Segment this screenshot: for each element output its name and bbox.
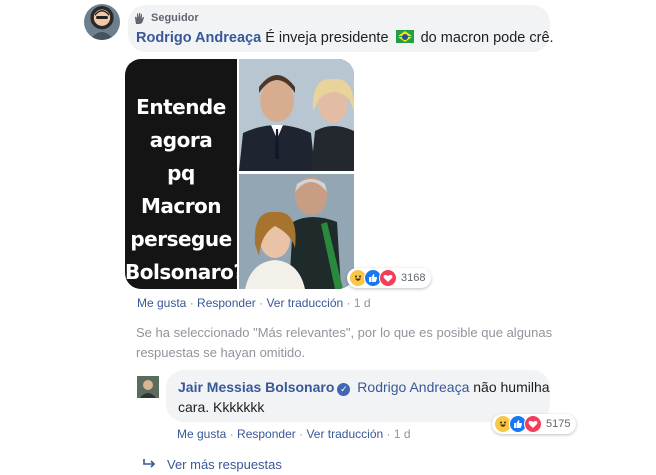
- meme-photo-bottom: [239, 174, 354, 289]
- love-reaction-icon: [379, 269, 397, 287]
- brazil-flag-icon: [395, 30, 414, 43]
- comment-reactions[interactable]: 3168: [347, 268, 432, 288]
- meme-divider: [239, 171, 354, 174]
- like-link[interactable]: Me gusta: [177, 427, 226, 441]
- comment-timestamp[interactable]: 1 d: [354, 296, 371, 310]
- comment-actions: Me gusta · Responder · Ver traducción · …: [137, 296, 371, 310]
- comment-author-link[interactable]: Rodrigo Andreaça: [136, 30, 261, 46]
- comment-image[interactable]: Entende agora pq Macron persegue Bolsona…: [125, 59, 354, 289]
- meme-caption-line: Bolsonaro?: [125, 260, 245, 284]
- reaction-count: 5175: [546, 418, 571, 430]
- mention-link[interactable]: Rodrigo Andreaça: [357, 379, 469, 395]
- meme-divider: [237, 59, 239, 289]
- reply-actions: Me gusta · Responder · Ver traducción · …: [177, 427, 411, 441]
- reply-arrow-icon: [143, 457, 157, 472]
- more-replies-label[interactable]: Ver más respuestas: [167, 457, 282, 472]
- badge-label: Seguidor: [151, 12, 199, 24]
- comment-text-before-flag: É inveja presidente: [265, 30, 389, 46]
- reply-author-link[interactable]: Jair Messias Bolsonaro: [178, 379, 334, 395]
- reply-author-avatar[interactable]: [137, 376, 159, 398]
- relevance-notice: Se ha seleccionado "Más relevantes", por…: [136, 325, 553, 360]
- meme-caption-line: persegue: [130, 227, 232, 251]
- wave-hand-icon: [132, 11, 146, 25]
- reply-text: Jair Messias Bolsonaro ✓ Rodrigo Andreaça…: [178, 379, 550, 396]
- commenter-avatar[interactable]: [84, 4, 120, 40]
- reply-link[interactable]: Responder: [197, 296, 256, 310]
- comment-text: Rodrigo Andreaça É inveja presidente do …: [136, 30, 554, 46]
- translate-link[interactable]: Ver traducción: [306, 427, 383, 441]
- reply-link[interactable]: Responder: [237, 427, 296, 441]
- reply-text-continued: cara. Kkkkkkk: [178, 399, 265, 415]
- comment-text-after-flag: do macron pode crê.: [420, 30, 554, 46]
- follower-badge: Seguidor: [132, 11, 199, 25]
- like-link[interactable]: Me gusta: [137, 296, 186, 310]
- reply-timestamp[interactable]: 1 d: [394, 427, 411, 441]
- translate-link[interactable]: Ver traducción: [266, 296, 343, 310]
- verified-check-icon: ✓: [337, 383, 351, 396]
- meme-photo-top: [239, 59, 354, 171]
- meme-caption-line: pq Macron: [140, 161, 222, 218]
- reaction-count: 3168: [401, 272, 426, 284]
- meme-caption-line: Entende: [136, 95, 226, 119]
- meme-caption-line: agora: [149, 128, 213, 152]
- love-reaction-icon: [524, 415, 542, 433]
- meme-caption: Entende agora pq Macron persegue Bolsona…: [125, 91, 245, 289]
- reply-text-rest: não humilha: [473, 379, 550, 395]
- reply-reactions[interactable]: 5175: [492, 414, 577, 434]
- more-replies-link[interactable]: Ver más respuestas: [143, 457, 282, 472]
